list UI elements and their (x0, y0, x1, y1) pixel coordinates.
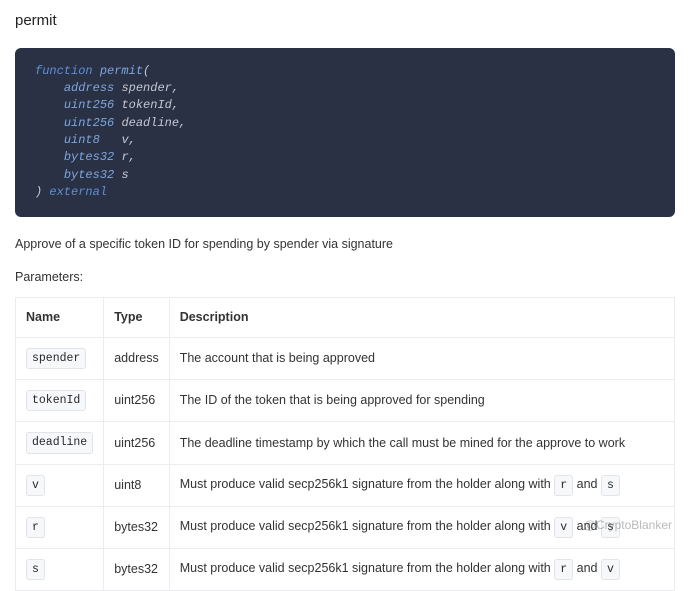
param-desc-text: The ID of the token that is being approv… (180, 393, 485, 407)
param-desc-mid: and (573, 561, 601, 575)
param-name-code: spender (26, 348, 86, 369)
param-desc-mid: and (573, 519, 601, 533)
keyword-function: function (35, 64, 93, 78)
param-type-cell: uint256 (104, 422, 169, 464)
keyword-modifier: external (49, 185, 107, 199)
param-var: r (121, 150, 128, 164)
comma: , (129, 133, 136, 147)
param-ref-code: v (601, 559, 620, 580)
param-name-cell: tokenId (16, 380, 104, 422)
param-desc-text: Must produce valid secp256k1 signature f… (180, 561, 555, 575)
param-name-cell: s (16, 549, 104, 591)
param-desc-text: The account that is being approved (180, 351, 375, 365)
param-desc-text: Must produce valid secp256k1 signature f… (180, 519, 555, 533)
comma: , (172, 98, 179, 112)
param-var: s (121, 168, 128, 182)
table-row: deadline uint256 The deadline timestamp by… (16, 422, 675, 464)
param-type-cell: bytes32 (104, 506, 169, 548)
param-type: uint256 (64, 116, 114, 130)
param-var: deadline (121, 116, 179, 130)
code-block: function permit( address spender, uint25… (15, 48, 675, 217)
description-text: Approve of a specific token ID for spend… (15, 235, 675, 254)
param-ref-code: s (601, 475, 620, 496)
param-name-code: deadline (26, 432, 93, 453)
param-desc-cell: Must produce valid secp256k1 signature f… (169, 464, 674, 506)
param-type: uint8 (64, 133, 100, 147)
table-header-row: Name Type Description (16, 298, 675, 338)
param-type-cell: uint8 (104, 464, 169, 506)
param-type-cell: uint256 (104, 380, 169, 422)
param-desc-cell: Must produce valid secp256k1 signature f… (169, 506, 674, 548)
param-name-cell: deadline (16, 422, 104, 464)
paren-close: ) (35, 185, 42, 199)
param-type-cell: address (104, 337, 169, 379)
comma: , (129, 150, 136, 164)
param-desc-cell: The deadline timestamp by which the call… (169, 422, 674, 464)
table-row: s bytes32 Must produce valid secp256k1 sig… (16, 549, 675, 591)
param-name-code: v (26, 475, 45, 496)
param-name-cell: r (16, 506, 104, 548)
table-row: tokenId uint256 The ID of the token that i… (16, 380, 675, 422)
param-name-code: s (26, 559, 45, 580)
param-var: spender (121, 81, 171, 95)
param-desc-cell: Must produce valid secp256k1 signature f… (169, 549, 674, 591)
param-ref-code: v (554, 517, 573, 538)
param-desc-cell: The account that is being approved (169, 337, 674, 379)
param-type: address (64, 81, 114, 95)
comma: , (172, 81, 179, 95)
table-row: r bytes32 Must produce valid secp256k1 sig… (16, 506, 675, 548)
param-var: tokenId (121, 98, 171, 112)
param-ref-code: s (601, 517, 620, 538)
header-type: Type (104, 298, 169, 338)
param-ref-code: r (554, 475, 573, 496)
param-name-cell: spender (16, 337, 104, 379)
param-name-code: tokenId (26, 390, 86, 411)
param-type: bytes32 (64, 168, 114, 182)
param-desc-text: The deadline timestamp by which the call… (180, 436, 625, 450)
param-type: uint256 (64, 98, 114, 112)
param-name-cell: v (16, 464, 104, 506)
param-desc-mid: and (573, 477, 601, 491)
table-row: v uint8 Must produce valid secp256k1 signa… (16, 464, 675, 506)
param-name-code: r (26, 517, 45, 538)
param-desc-text: Must produce valid secp256k1 signature f… (180, 477, 555, 491)
paren-open: ( (143, 64, 150, 78)
param-type-cell: bytes32 (104, 549, 169, 591)
comma: , (179, 116, 186, 130)
function-name: permit (100, 64, 143, 78)
param-desc-cell: The ID of the token that is being approv… (169, 380, 674, 422)
param-ref-code: r (554, 559, 573, 580)
parameters-label: Parameters: (15, 268, 675, 287)
section-title: permit (15, 10, 675, 33)
param-var: v (121, 133, 128, 147)
param-type: bytes32 (64, 150, 114, 164)
table-row: spender address The account that is being … (16, 337, 675, 379)
header-description: Description (169, 298, 674, 338)
header-name: Name (16, 298, 104, 338)
parameters-table: Name Type Description spender address The … (15, 297, 675, 591)
